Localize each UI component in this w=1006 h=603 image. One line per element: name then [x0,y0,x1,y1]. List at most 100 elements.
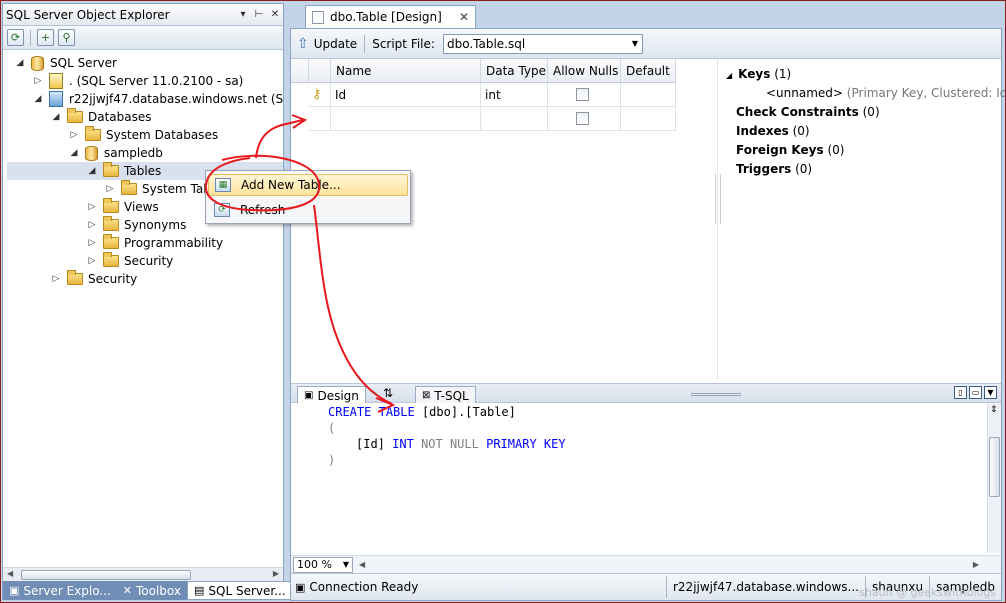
collapse-icon[interactable]: ◢ [33,94,43,104]
cell-default[interactable] [621,83,676,107]
expand-icon[interactable]: ▷ [87,202,97,212]
foreign-keys-row[interactable]: Foreign Keys (0) [736,143,844,157]
expand-icon[interactable]: ▷ [87,238,97,248]
swap-panes-icon[interactable]: ⇅ [383,386,393,400]
tree-node-programmability[interactable]: ▷ Programmability [87,234,223,252]
chevron-down-icon[interactable]: ▼ [340,560,352,569]
column-header-default[interactable]: Default [621,59,676,83]
update-button[interactable]: Update [314,37,357,51]
expand-icon[interactable]: ▷ [69,130,79,140]
split-vertical-icon[interactable]: ▯ [954,386,967,399]
tree-node-sql-server[interactable]: ◢ SQL Server [15,54,117,72]
menu-item-refresh[interactable]: ⟳ Refresh [208,199,408,221]
tree-node-synonyms[interactable]: ▷ Synonyms [87,216,186,234]
tab-title: dbo.Table [Design] [330,10,442,24]
tsql-editor[interactable]: CREATE TABLE [dbo].[Table] ( [Id] INT NO… [291,403,987,553]
filter-icon[interactable]: ⚲ [58,29,75,46]
new-table-icon: ▦ [215,178,231,192]
check-constraints-row[interactable]: Check Constraints (0) [736,105,880,119]
code-line-3: [Id] INT NOT NULL PRIMARY KEY [356,437,566,451]
code-line-4: ) [328,453,336,467]
refresh-icon[interactable]: ⟳ [7,29,24,46]
expand-icon[interactable]: ▷ [105,184,115,194]
tree-node-label: sampledb [104,146,163,160]
scrollbar-thumb[interactable] [989,437,1000,497]
cell-data-type[interactable] [481,107,548,131]
scroll-left-icon[interactable]: ◀ [7,569,13,578]
chevron-down-icon[interactable]: ▼ [628,39,642,48]
tab-tsql[interactable]: ⊠ T-SQL [415,386,476,404]
column-header-data-type[interactable]: Data Type [481,59,548,83]
column-header-allow-nulls[interactable]: Allow Nulls [548,59,621,83]
menu-item-add-new-table[interactable]: ▦ Add New Table... [208,174,408,196]
script-file-label: Script File: [372,36,435,51]
tree-node-databases[interactable]: ◢ Databases [51,108,152,126]
allow-nulls-checkbox[interactable] [576,88,589,101]
collapse-icon[interactable]: ◢ [726,71,732,80]
script-file-select[interactable]: dbo.Table.sql ▼ [442,33,643,54]
dropdown-icon[interactable]: ▾ [235,9,251,20]
pane-grip[interactable] [691,393,741,396]
split-editor-icon[interactable]: ⇕ [990,405,998,415]
scrollbar-thumb[interactable] [21,570,191,580]
allow-nulls-checkbox[interactable] [576,112,589,125]
pin-icon[interactable]: ⊢ [251,9,267,20]
tree-node-system-databases[interactable]: ▷ System Databases [69,126,218,144]
row-selector[interactable] [309,107,331,131]
expand-icon[interactable]: ▷ [87,256,97,266]
foreign-keys-label: Foreign Keys [736,143,824,157]
keys-row[interactable]: ◢ Keys (1) [726,67,791,81]
row-selector[interactable]: ⚷ [309,83,331,107]
scroll-right-icon[interactable]: ▶ [273,569,279,578]
cell-name[interactable]: Id [331,83,481,107]
tree-node-system-tables[interactable]: ▷ System Tab [105,180,211,198]
column-header-name[interactable]: Name [331,59,481,83]
tree-node-local-server[interactable]: ▷ . (SQL Server 11.0.2100 - sa) [33,72,243,90]
collapse-icon[interactable]: ◢ [69,148,79,158]
tree-node-db-security[interactable]: ▷ Security [87,252,173,270]
toolbox-icon: ✕ [122,584,132,597]
tab-server-explorer[interactable]: ▣ Server Explo... [3,581,117,600]
scroll-right-icon[interactable]: ▶ [973,560,979,569]
tree-node-label: . (SQL Server 11.0.2100 - sa) [69,74,244,88]
cell-allow-nulls[interactable] [548,83,621,107]
collapse-icon[interactable]: ◢ [51,112,61,122]
cell-allow-nulls[interactable] [548,107,621,131]
expand-icon[interactable]: ▷ [33,76,43,86]
tree-node-views[interactable]: ▷ Views [87,198,159,216]
update-icon[interactable]: ⇧ [297,36,309,52]
collapse-pane-icon[interactable]: ▼ [984,386,997,399]
triggers-label: Triggers [736,162,792,176]
expand-icon[interactable]: ▷ [51,274,61,284]
tree-node-azure-server[interactable]: ◢ r22jjwjf47.database.windows.net (SQL S [33,90,283,108]
indexes-row[interactable]: Indexes (0) [736,124,810,138]
close-icon[interactable]: ✕ [267,9,283,20]
editor-vertical-scrollbar[interactable]: ⇕ [987,403,1001,553]
collapse-icon[interactable]: ◢ [87,166,97,176]
tab-table-design[interactable]: dbo.Table [Design] ✕ [305,5,476,28]
refresh-icon: ⟳ [214,203,230,217]
expand-icon[interactable]: ▷ [87,220,97,230]
split-horizontal-icon[interactable]: ▭ [969,386,982,399]
add-server-icon[interactable]: + [37,29,54,46]
tab-design[interactable]: ▣ Design [297,386,366,404]
design-view-icon: ▣ [304,390,314,401]
sql-server-icon [31,55,44,71]
key-item[interactable]: <unnamed> (Primary Key, Clustered: Id) [766,86,1006,100]
tab-sql-server[interactable]: ▤ SQL Server... [187,581,293,600]
triggers-row[interactable]: Triggers (0) [736,162,812,176]
cell-data-type[interactable]: int [481,83,548,107]
tab-toolbox[interactable]: ✕ Toolbox [117,581,187,600]
tab-label: Toolbox [136,583,181,598]
cell-default[interactable] [621,107,676,131]
collapse-icon[interactable]: ◢ [15,58,25,68]
explorer-horizontal-scrollbar[interactable]: ◀ ▶ [3,567,283,581]
close-tab-icon[interactable]: ✕ [459,10,469,24]
tree-node-server-security[interactable]: ▷ Security [51,270,137,288]
tree-node-sampledb[interactable]: ◢ sampledb [69,144,163,162]
scroll-left-icon[interactable]: ◀ [359,560,365,569]
cell-name[interactable] [331,107,481,131]
tree-node-label: Security [124,254,174,268]
context-menu: ▦ Add New Table... ⟳ Refresh [205,170,411,224]
zoom-select[interactable]: 100 % ▼ [293,556,353,573]
